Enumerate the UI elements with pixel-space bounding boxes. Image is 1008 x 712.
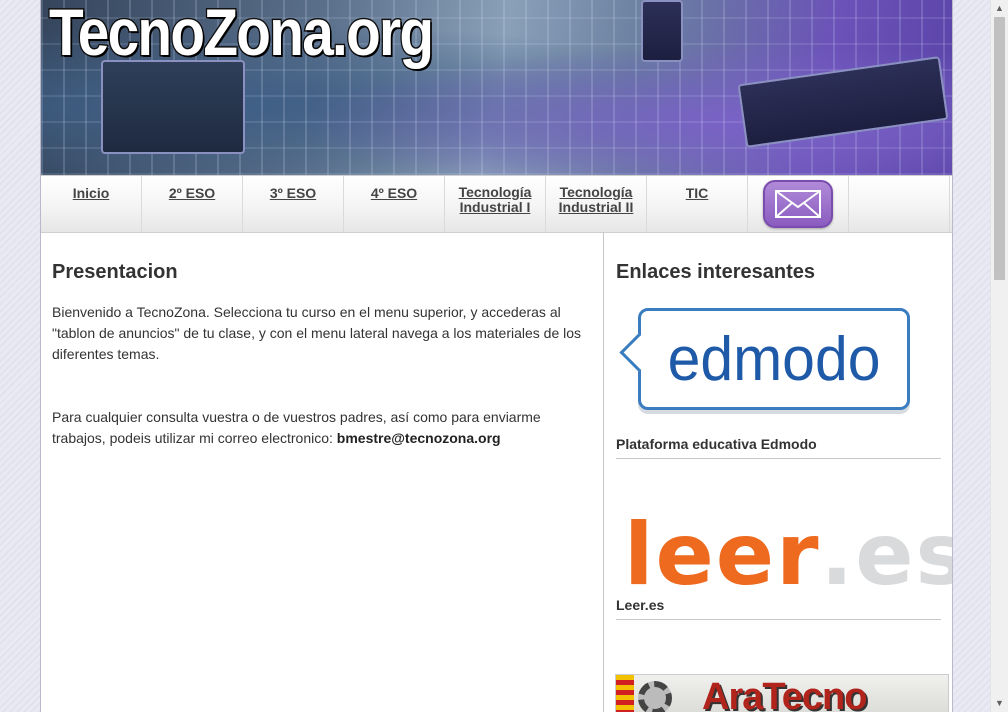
aragon-flag-icon: [616, 675, 634, 712]
nav-item-3-eso[interactable]: 3º ESO: [243, 176, 344, 232]
main-content: Presentacion Bienvenido a TecnoZona. Sel…: [41, 232, 604, 712]
vertical-scrollbar[interactable]: ▲ ▼: [990, 0, 1008, 712]
edmodo-caption[interactable]: Plataforma educativa Edmodo: [616, 436, 941, 459]
sidebar: Enlaces interesantes edmodo Plataforma e…: [605, 232, 952, 712]
page-container: TecnoZona.org Inicio 2º ESO 3º ESO 4º ES…: [40, 0, 953, 712]
scroll-down-arrow-icon[interactable]: ▼: [991, 695, 1008, 712]
nav-link-3-eso[interactable]: 3º ESO: [270, 186, 316, 201]
leer-logo-link[interactable]: leer.es: [624, 505, 952, 605]
scroll-up-arrow-icon[interactable]: ▲: [991, 0, 1008, 17]
nav-item-tecnologia-industrial-1[interactable]: Tecnología Industrial I: [445, 176, 546, 232]
nav-link-2-eso[interactable]: 2º ESO: [169, 186, 215, 201]
edmodo-logo-link[interactable]: edmodo: [638, 308, 910, 410]
site-title[interactable]: TecnoZona.org: [48, 0, 436, 71]
aratecno-logo-text: AraTecno: [702, 676, 867, 712]
aratecno-logo-link[interactable]: AraTecno: [615, 674, 949, 712]
nav-item-tic[interactable]: TIC: [647, 176, 748, 232]
nav-link-tecnologia-industrial-2[interactable]: Tecnología Industrial II: [559, 185, 634, 215]
nav-item-4-eso[interactable]: 4º ESO: [344, 176, 445, 232]
nav-item-empty: [849, 176, 950, 232]
page-title: Presentacion: [52, 261, 178, 283]
circuit-chip: [101, 60, 245, 154]
contact-email[interactable]: bmestre@tecnozona.org: [337, 430, 501, 446]
leer-logo-text: leer: [624, 505, 821, 605]
intro-paragraph: Bienvenido a TecnoZona. Selecciona tu cu…: [52, 304, 582, 362]
nav-item-inicio[interactable]: Inicio: [41, 176, 142, 232]
scroll-thumb[interactable]: [994, 17, 1005, 280]
nav-item-tecnologia-industrial-2[interactable]: Tecnología Industrial II: [546, 176, 647, 232]
top-nav: Inicio 2º ESO 3º ESO 4º ESO Tecnología I…: [41, 175, 952, 233]
leer-logo-suffix: .es: [820, 505, 952, 605]
mail-button[interactable]: [763, 180, 833, 228]
sidebar-title: Enlaces interesantes: [616, 261, 815, 283]
gear-icon: [638, 681, 672, 712]
nav-link-tecnologia-industrial-1[interactable]: Tecnología Industrial I: [459, 185, 532, 215]
envelope-icon: [775, 190, 821, 218]
circuit-chip: [641, 0, 683, 62]
nav-item-mail[interactable]: [748, 176, 849, 232]
nav-link-inicio[interactable]: Inicio: [73, 186, 110, 201]
contact-paragraph: Para cualquier consulta vuestra o de vue…: [52, 407, 592, 449]
nav-item-2-eso[interactable]: 2º ESO: [142, 176, 243, 232]
nav-link-4-eso[interactable]: 4º ESO: [371, 186, 417, 201]
header-banner: TecnoZona.org: [41, 0, 952, 175]
edmodo-logo-text: edmodo: [667, 324, 881, 394]
nav-link-tic[interactable]: TIC: [686, 186, 709, 201]
